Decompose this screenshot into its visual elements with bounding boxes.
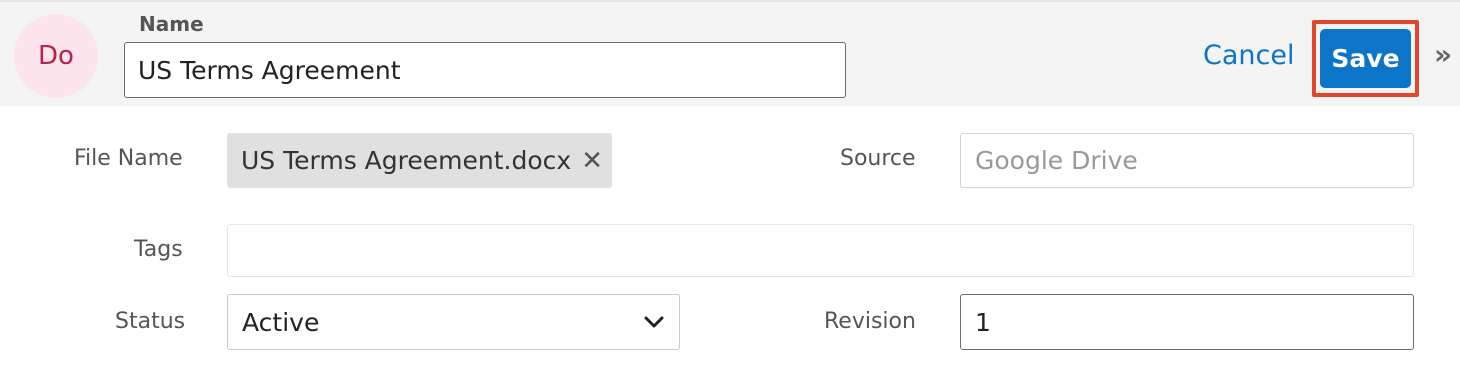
file-name-value: US Terms Agreement.docx: [241, 146, 572, 175]
status-value: Active: [242, 307, 320, 337]
revision-label: Revision: [824, 309, 916, 334]
status-select[interactable]: Active: [227, 294, 680, 350]
source-field: Google Drive: [960, 133, 1414, 188]
file-name-label: File Name: [74, 146, 183, 171]
tags-input[interactable]: [227, 224, 1414, 277]
name-label: Name: [139, 12, 204, 36]
cancel-button[interactable]: Cancel: [1203, 40, 1294, 71]
name-input[interactable]: [124, 42, 846, 98]
avatar: Do: [14, 14, 98, 98]
tags-label: Tags: [134, 237, 183, 262]
close-icon[interactable]: ✕: [581, 146, 603, 176]
source-label: Source: [840, 146, 916, 171]
status-label: Status: [115, 309, 186, 334]
record-header: Do Name Cancel Save: [0, 0, 1430, 106]
avatar-initials: Do: [38, 41, 74, 71]
chevron-down-icon: [643, 311, 665, 333]
double-chevron-right-icon[interactable]: »: [1434, 38, 1452, 71]
revision-input[interactable]: [960, 294, 1414, 350]
save-button[interactable]: Save: [1320, 29, 1411, 88]
file-name-chip: US Terms Agreement.docx ✕: [227, 133, 612, 188]
